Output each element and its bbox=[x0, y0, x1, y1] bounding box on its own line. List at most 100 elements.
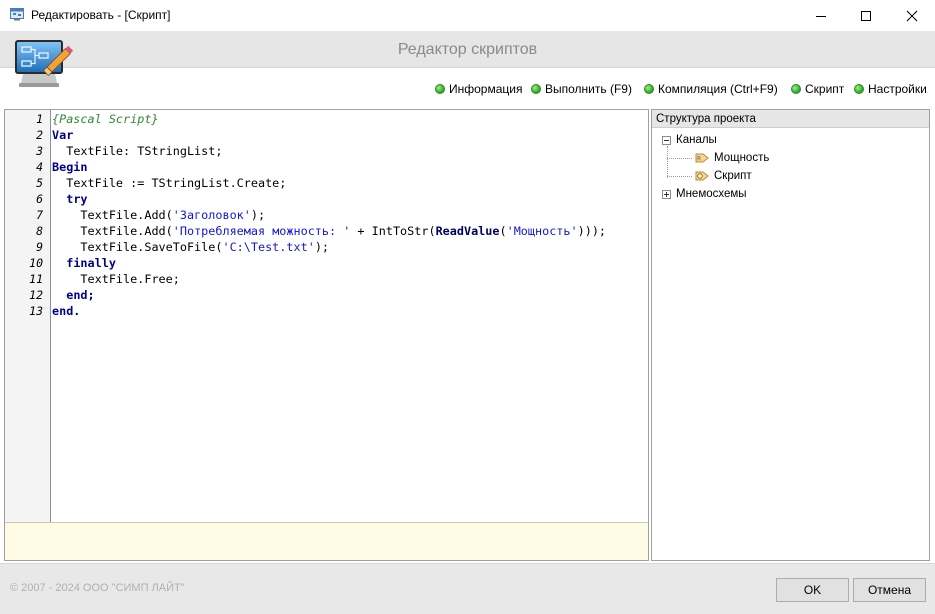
line-number: 7 bbox=[36, 208, 43, 222]
close-icon bbox=[906, 10, 918, 21]
tree-node-label: Каналы bbox=[676, 134, 717, 146]
line-number: 9 bbox=[36, 240, 43, 254]
code-line[interactable]: TextFile: TStringList; bbox=[52, 143, 222, 159]
tree-node-label: Мощность bbox=[714, 152, 770, 164]
code-token: ); bbox=[314, 240, 330, 254]
code-token: TextFile.SaveToFile( bbox=[80, 240, 223, 254]
line-number: 11 bbox=[29, 272, 43, 286]
code-token: finally bbox=[66, 256, 116, 270]
code-token: ReadValue bbox=[435, 224, 500, 238]
code-token: ))); bbox=[577, 224, 607, 238]
toolbar-run-button[interactable]: Выполнить (F9) bbox=[531, 82, 632, 96]
code-token: TextFile := TStringList.Create; bbox=[66, 176, 287, 190]
code-line[interactable]: TextFile.Free; bbox=[52, 271, 180, 287]
expand-icon[interactable] bbox=[662, 189, 671, 199]
line-number: 6 bbox=[36, 192, 43, 206]
compiler-messages-panel[interactable] bbox=[5, 522, 648, 560]
close-button[interactable] bbox=[889, 0, 935, 31]
copyright-text: © 2007 - 2024 ООО "СИМП ЛАЙТ" bbox=[10, 582, 185, 594]
minimize-icon bbox=[816, 15, 826, 17]
code-line[interactable]: {Pascal Script} bbox=[52, 111, 159, 127]
line-number: 2 bbox=[36, 128, 43, 142]
script-editor-logo-icon bbox=[15, 40, 74, 87]
green-dot-icon bbox=[854, 84, 864, 94]
toolbar-settings-button[interactable]: Настройки bbox=[854, 82, 927, 96]
code-line[interactable]: try bbox=[52, 191, 88, 207]
line-number: 4 bbox=[36, 160, 43, 174]
code-token: {Pascal Script} bbox=[52, 112, 159, 126]
toolbar-settings-label: Настройки bbox=[868, 82, 927, 96]
tree-node-script[interactable]: Скрипт bbox=[694, 167, 752, 185]
code-editor[interactable]: 1 2 3 4 5 6 7 8 9 10 11 12 13 {Pascal Script} Var Tex… bbox=[4, 109, 649, 561]
code-line[interactable]: end; bbox=[52, 287, 95, 303]
tree-node-power[interactable]: R Мощность bbox=[694, 149, 769, 167]
line-number: 12 bbox=[29, 288, 43, 302]
collapse-icon[interactable] bbox=[662, 135, 671, 145]
cancel-button[interactable]: Отмена bbox=[853, 578, 926, 602]
toolbar: Информация Выполнить (F9) Компиляция (Ct… bbox=[0, 68, 935, 108]
line-number: 1 bbox=[36, 112, 43, 126]
maximize-button[interactable] bbox=[843, 0, 889, 31]
code-token: end. bbox=[52, 304, 81, 318]
tree-node-mnemoschemes[interactable]: Мнемосхемы bbox=[662, 185, 747, 203]
green-dot-icon bbox=[531, 84, 541, 94]
tree-line bbox=[667, 176, 692, 177]
page-title: Редактор скриптов bbox=[397, 41, 538, 58]
toolbar-info-button[interactable]: Информация bbox=[435, 82, 522, 96]
code-line[interactable]: finally bbox=[52, 255, 116, 271]
channel-arrow-icon: R bbox=[695, 153, 709, 163]
toolbar-compile-button[interactable]: Компиляция (Ctrl+F9) bbox=[644, 82, 778, 96]
window-title: Редактировать - [Скрипт] bbox=[31, 8, 171, 22]
code-token: end; bbox=[66, 288, 95, 302]
green-dot-icon bbox=[435, 84, 445, 94]
project-structure-header: Структура проекта bbox=[652, 110, 929, 128]
code-token: 'Потребляемая можность: ' bbox=[172, 224, 351, 238]
code-line[interactable]: TextFile := TStringList.Create; bbox=[52, 175, 286, 191]
code-token: Begin bbox=[52, 160, 88, 174]
toolbar-run-label: Выполнить (F9) bbox=[545, 82, 632, 96]
code-token: TextFile: TStringList; bbox=[66, 144, 223, 158]
code-line[interactable]: TextFile.Add('Потребляемая можность: ' +… bbox=[52, 223, 606, 239]
code-line[interactable]: end. bbox=[52, 303, 80, 319]
toolbar-info-label: Информация bbox=[449, 82, 523, 96]
code-token: Var bbox=[52, 128, 74, 142]
line-number: 3 bbox=[36, 144, 43, 158]
title-bar: Редактировать - [Скрипт] bbox=[0, 0, 935, 31]
tree-node-label: Мнемосхемы bbox=[676, 188, 747, 200]
tree-node-channels[interactable]: Каналы bbox=[662, 131, 717, 149]
header-band: Редактор скриптов bbox=[0, 31, 935, 68]
toolbar-script-label: Скрипт bbox=[805, 82, 845, 96]
code-token: 'Мощность' bbox=[506, 224, 578, 238]
code-line[interactable]: Begin bbox=[52, 159, 88, 175]
ok-button[interactable]: OK bbox=[776, 578, 849, 602]
main-area: 1 2 3 4 5 6 7 8 9 10 11 12 13 {Pascal Script} Var Tex… bbox=[0, 108, 935, 563]
tree-node-label: Скрипт bbox=[714, 170, 752, 182]
code-token: try bbox=[66, 192, 88, 206]
script-channel-icon bbox=[695, 171, 709, 181]
line-number: 8 bbox=[36, 224, 43, 238]
footer: © 2007 - 2024 ООО "СИМП ЛАЙТ" OK Отмена bbox=[0, 563, 935, 614]
green-dot-icon bbox=[791, 84, 801, 94]
project-structure-panel: Структура проекта Каналы R Мощность Скри… bbox=[651, 109, 930, 561]
toolbar-compile-label: Компиляция (Ctrl+F9) bbox=[658, 82, 778, 96]
toolbar-script-button[interactable]: Скрипт bbox=[791, 82, 844, 96]
code-token: 'C:\Test.txt' bbox=[222, 240, 315, 254]
green-dot-icon bbox=[644, 84, 654, 94]
code-area[interactable]: {Pascal Script} Var TextFile: TStringList… bbox=[52, 110, 647, 522]
line-number: 5 bbox=[36, 176, 43, 190]
code-line[interactable]: TextFile.Add('Заголовок'); bbox=[52, 207, 265, 223]
tree-line bbox=[667, 158, 692, 159]
code-token: 'Заголовок' bbox=[172, 208, 251, 222]
app-window-icon bbox=[10, 8, 24, 21]
code-token: TextFile.Add( bbox=[80, 224, 173, 238]
line-number: 13 bbox=[29, 304, 43, 318]
code-token: ( bbox=[499, 224, 507, 238]
code-token: + IntToStr( bbox=[350, 224, 436, 238]
code-line[interactable]: TextFile.SaveToFile('C:\Test.txt'); bbox=[52, 239, 329, 255]
code-token: ); bbox=[250, 208, 266, 222]
minimize-button[interactable] bbox=[798, 0, 844, 31]
code-token: TextFile.Free; bbox=[80, 272, 180, 286]
svg-text:R: R bbox=[697, 156, 701, 163]
line-number: 10 bbox=[29, 256, 43, 270]
code-line[interactable]: Var bbox=[52, 127, 73, 143]
